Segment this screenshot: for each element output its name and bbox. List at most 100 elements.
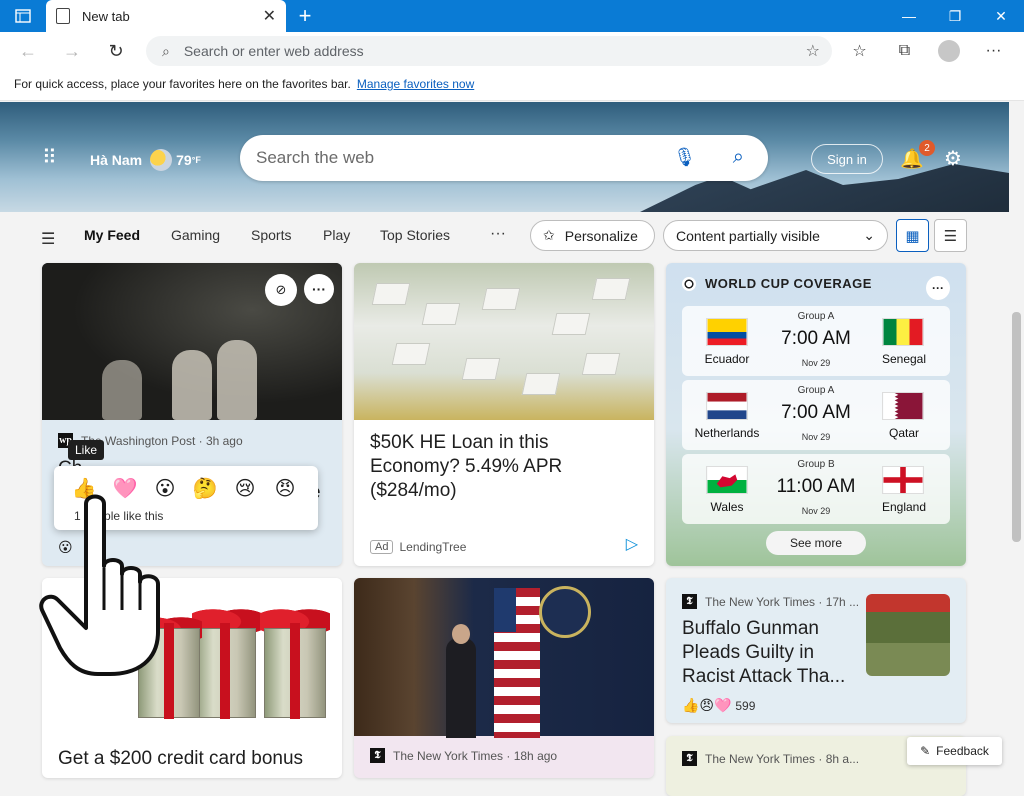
web-search-box[interactable]: Search the web 🎙 ⌕ bbox=[240, 135, 768, 181]
nyt-logo-icon: 𝕿 bbox=[682, 751, 697, 766]
more-tabs-button[interactable]: ··· bbox=[490, 225, 506, 243]
hand-cursor-icon bbox=[39, 494, 160, 676]
source-text: The New York Times · 18h ago bbox=[393, 748, 558, 763]
gear-icon[interactable]: ⚙ bbox=[944, 146, 962, 171]
content-visibility-dropdown[interactable]: Content partially visible ⌄ bbox=[663, 220, 888, 251]
article-source: 𝕿 The New York Times · 8h a... bbox=[682, 751, 859, 766]
feed-navigation: ☰ My Feed Gaming Sports Play Top Stories… bbox=[0, 212, 1009, 262]
ad-card[interactable]: $50K HE Loan in this Economy? 5.49% APR … bbox=[354, 263, 654, 566]
feedback-button[interactable]: ✎ Feedback bbox=[907, 737, 1002, 765]
ad-image bbox=[354, 263, 654, 420]
browser-tab[interactable]: New tab ✕ bbox=[46, 0, 286, 32]
feedback-label: Feedback bbox=[936, 744, 989, 758]
article-source: 𝕿 The New York Times · 18h ago bbox=[370, 748, 557, 763]
world-cup-title-text: WORLD CUP COVERAGE bbox=[705, 276, 872, 291]
search-icon: ⌕ bbox=[162, 42, 170, 59]
favorites-icon[interactable]: ☆ bbox=[837, 41, 882, 61]
article-headline[interactable]: Get a $200 credit card bonus bbox=[58, 747, 303, 771]
weather-icon bbox=[150, 149, 173, 171]
forward-button[interactable]: → bbox=[50, 32, 94, 70]
personalize-icon: ✩ bbox=[543, 227, 555, 243]
tab-play[interactable]: Play bbox=[323, 227, 350, 243]
source-text: The Washington Post · 3h ago bbox=[81, 433, 243, 448]
hero-banner: ⠿ Hà Nam 79 °F Search the web 🎙 ⌕ Sign in… bbox=[0, 102, 1009, 212]
temp-unit: °F bbox=[191, 155, 201, 165]
weather-widget[interactable]: Hà Nam 79 °F bbox=[90, 149, 201, 171]
news-card-5[interactable]: 𝕿 The New York Times · 18h ago bbox=[354, 578, 654, 778]
personalize-button[interactable]: ✩ Personalize bbox=[530, 220, 655, 251]
location-label: Hà Nam bbox=[90, 152, 143, 168]
see-more-button[interactable]: See more bbox=[766, 531, 866, 555]
tab-sports[interactable]: Sports bbox=[251, 227, 291, 243]
article-image bbox=[42, 263, 342, 420]
refresh-button[interactable]: ↻ bbox=[94, 32, 138, 70]
temperature: 79 bbox=[176, 152, 192, 168]
ad-attribution: Ad LendingTree bbox=[370, 540, 466, 554]
restore-button[interactable]: ❐ bbox=[932, 0, 978, 32]
browser-toolbar: ← → ↻ ⌕ Search or enter web address ☆ ☆ … bbox=[0, 32, 1024, 70]
thinking-reaction-icon[interactable]: 🤔 bbox=[191, 474, 219, 502]
web-search-placeholder: Search the web bbox=[256, 148, 375, 167]
profile-avatar[interactable] bbox=[938, 40, 960, 62]
ad-choices-icon[interactable]: ▷ bbox=[626, 534, 638, 554]
page-scrollbar[interactable] bbox=[1009, 102, 1024, 768]
favorites-bar: For quick access, place your favorites h… bbox=[0, 70, 1024, 101]
match-row[interactable]: Wales Group B 11:00 AM Nov 29 England bbox=[682, 454, 950, 524]
personalize-label: Personalize bbox=[564, 227, 638, 244]
minimize-button[interactable]: — bbox=[886, 0, 932, 32]
away-team: England bbox=[881, 500, 927, 514]
match-row[interactable]: Ecuador Group A 7:00 AM Nov 29 Senegal bbox=[682, 306, 950, 376]
angry-reaction-icon[interactable]: 😠 bbox=[271, 474, 299, 502]
reactions-summary[interactable]: 👍😠🩷 599 bbox=[682, 697, 755, 714]
card-more-button[interactable]: ··· bbox=[926, 276, 950, 300]
article-source: 𝕿 The New York Times · 17h ... bbox=[682, 594, 859, 609]
settings-more-icon[interactable]: ··· bbox=[971, 42, 1016, 60]
close-window-button[interactable]: ✕ bbox=[978, 0, 1024, 32]
window-controls: — ❐ ✕ bbox=[886, 0, 1024, 32]
address-bar[interactable]: ⌕ Search or enter web address ☆ bbox=[146, 36, 832, 66]
tab-my-feed[interactable]: My Feed bbox=[84, 227, 140, 243]
soccer-ball-icon bbox=[682, 276, 696, 291]
hide-story-icon[interactable]: ⊘ bbox=[265, 274, 297, 306]
favbar-text: For quick access, place your favorites h… bbox=[14, 77, 351, 91]
nyt-logo-icon: 𝕿 bbox=[370, 748, 385, 763]
england-flag-icon bbox=[882, 466, 924, 494]
search-icon[interactable]: ⌕ bbox=[733, 146, 744, 169]
article-headline[interactable]: Buffalo Gunman Pleads Guilty in Racist A… bbox=[682, 617, 862, 689]
tab-actions-icon[interactable] bbox=[0, 0, 46, 32]
grid-view-button[interactable]: ▦ bbox=[896, 219, 929, 252]
source-text: The New York Times · 8h a... bbox=[705, 751, 860, 766]
new-tab-button[interactable]: + bbox=[286, 0, 324, 32]
address-placeholder: Search or enter web address bbox=[183, 43, 364, 59]
sign-in-button[interactable]: Sign in bbox=[811, 144, 883, 174]
back-button[interactable]: ← bbox=[6, 32, 50, 70]
reaction-icons: 👍😠🩷 bbox=[682, 697, 732, 713]
collections-icon[interactable]: ⧉ bbox=[882, 42, 927, 60]
tab-gaming[interactable]: Gaming bbox=[171, 227, 220, 243]
add-favorite-icon[interactable]: ☆ bbox=[806, 41, 820, 61]
menu-icon[interactable]: ☰ bbox=[41, 229, 55, 249]
list-icon: ☰ bbox=[943, 227, 958, 245]
match-row[interactable]: Netherlands Group A 7:00 AM Nov 29 Qatar bbox=[682, 380, 950, 450]
away-team: Qatar bbox=[888, 426, 919, 440]
list-view-button[interactable]: ☰ bbox=[934, 219, 967, 252]
close-tab-icon[interactable]: ✕ bbox=[263, 6, 276, 26]
tab-top-stories[interactable]: Top Stories bbox=[380, 227, 450, 243]
article-image bbox=[354, 578, 654, 738]
manage-favorites-link[interactable]: Manage favorites now bbox=[357, 77, 474, 91]
scrollbar-thumb[interactable] bbox=[1012, 312, 1021, 542]
card-more-button[interactable]: ··· bbox=[304, 274, 334, 304]
reaction-count: 599 bbox=[735, 698, 756, 713]
source-text: The New York Times · 17h ... bbox=[705, 594, 860, 609]
nyt-logo-icon: 𝕿 bbox=[682, 594, 697, 609]
world-cup-card: WORLD CUP COVERAGE ··· Ecuador Group A 7… bbox=[666, 263, 966, 566]
like-tooltip: Like bbox=[68, 440, 104, 460]
microphone-icon[interactable]: 🎙 bbox=[673, 147, 696, 168]
title-bar: New tab ✕ + bbox=[0, 0, 1024, 32]
ad-headline[interactable]: $50K HE Loan in this Economy? 5.49% APR … bbox=[370, 431, 640, 503]
sad-reaction-icon[interactable]: 😢 bbox=[231, 474, 259, 502]
app-launcher-icon[interactable]: ⠿ bbox=[42, 148, 57, 168]
grid-icon: ▦ bbox=[905, 227, 920, 245]
news-card-6[interactable]: 𝕿 The New York Times · 17h ... Buffalo Gu… bbox=[666, 578, 966, 723]
visibility-label: Content partially visible bbox=[676, 227, 820, 244]
